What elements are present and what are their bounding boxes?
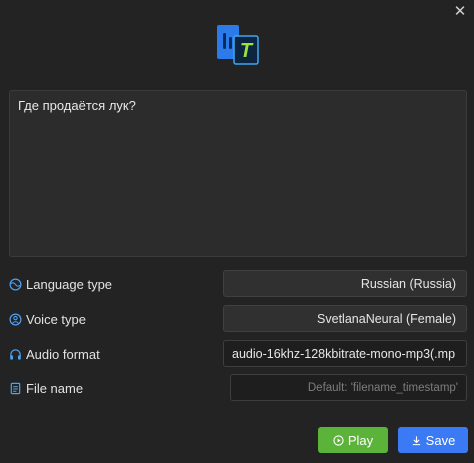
play-icon (333, 434, 344, 446)
language-label: Language type (9, 270, 112, 298)
close-icon: ✕ (453, 3, 467, 20)
voice-label: Voice type (9, 305, 86, 333)
save-button-label: Save (425, 432, 456, 448)
app-window: ✕ T Где продаётся лук? Language type Rus… (0, 0, 474, 463)
voice-row: Voice type SvetlanaNeural (Female) (9, 305, 467, 333)
play-button-label: Play (347, 432, 374, 448)
language-row: Language type Russian (Russia) (9, 270, 467, 298)
filename-label: File name (9, 374, 83, 402)
voice-select[interactable]: SvetlanaNeural (Female) (223, 305, 467, 332)
download-icon (412, 435, 420, 445)
filename-row: File name Default: 'filename_timestamp' (9, 374, 467, 402)
person-icon (9, 313, 22, 325)
globe-icon (9, 278, 22, 290)
filename-label-text: File name (26, 380, 84, 396)
format-input[interactable]: audio-16khz-128kbitrate-mono-mp3(.mp (223, 340, 467, 367)
format-row: Audio format audio-16khz-128kbitrate-mon… (9, 340, 467, 368)
language-select[interactable]: Russian (Russia) (223, 270, 467, 297)
format-label-text: Audio format (26, 346, 100, 362)
language-label-text: Language type (26, 276, 113, 292)
close-button[interactable]: ✕ (452, 4, 468, 20)
play-button[interactable]: Play (318, 427, 388, 453)
filename-input[interactable]: Default: 'filename_timestamp' (230, 374, 467, 401)
format-label: Audio format (9, 340, 100, 368)
text-input[interactable]: Где продаётся лук? (9, 90, 467, 257)
logo-icon: T (217, 25, 259, 65)
save-button[interactable]: Save (398, 427, 468, 453)
svg-text:T: T (240, 40, 254, 62)
voice-label-text: Voice type (26, 311, 86, 327)
headphones-icon (10, 348, 21, 360)
app-logo: T (215, 23, 261, 69)
file-icon (10, 382, 21, 394)
